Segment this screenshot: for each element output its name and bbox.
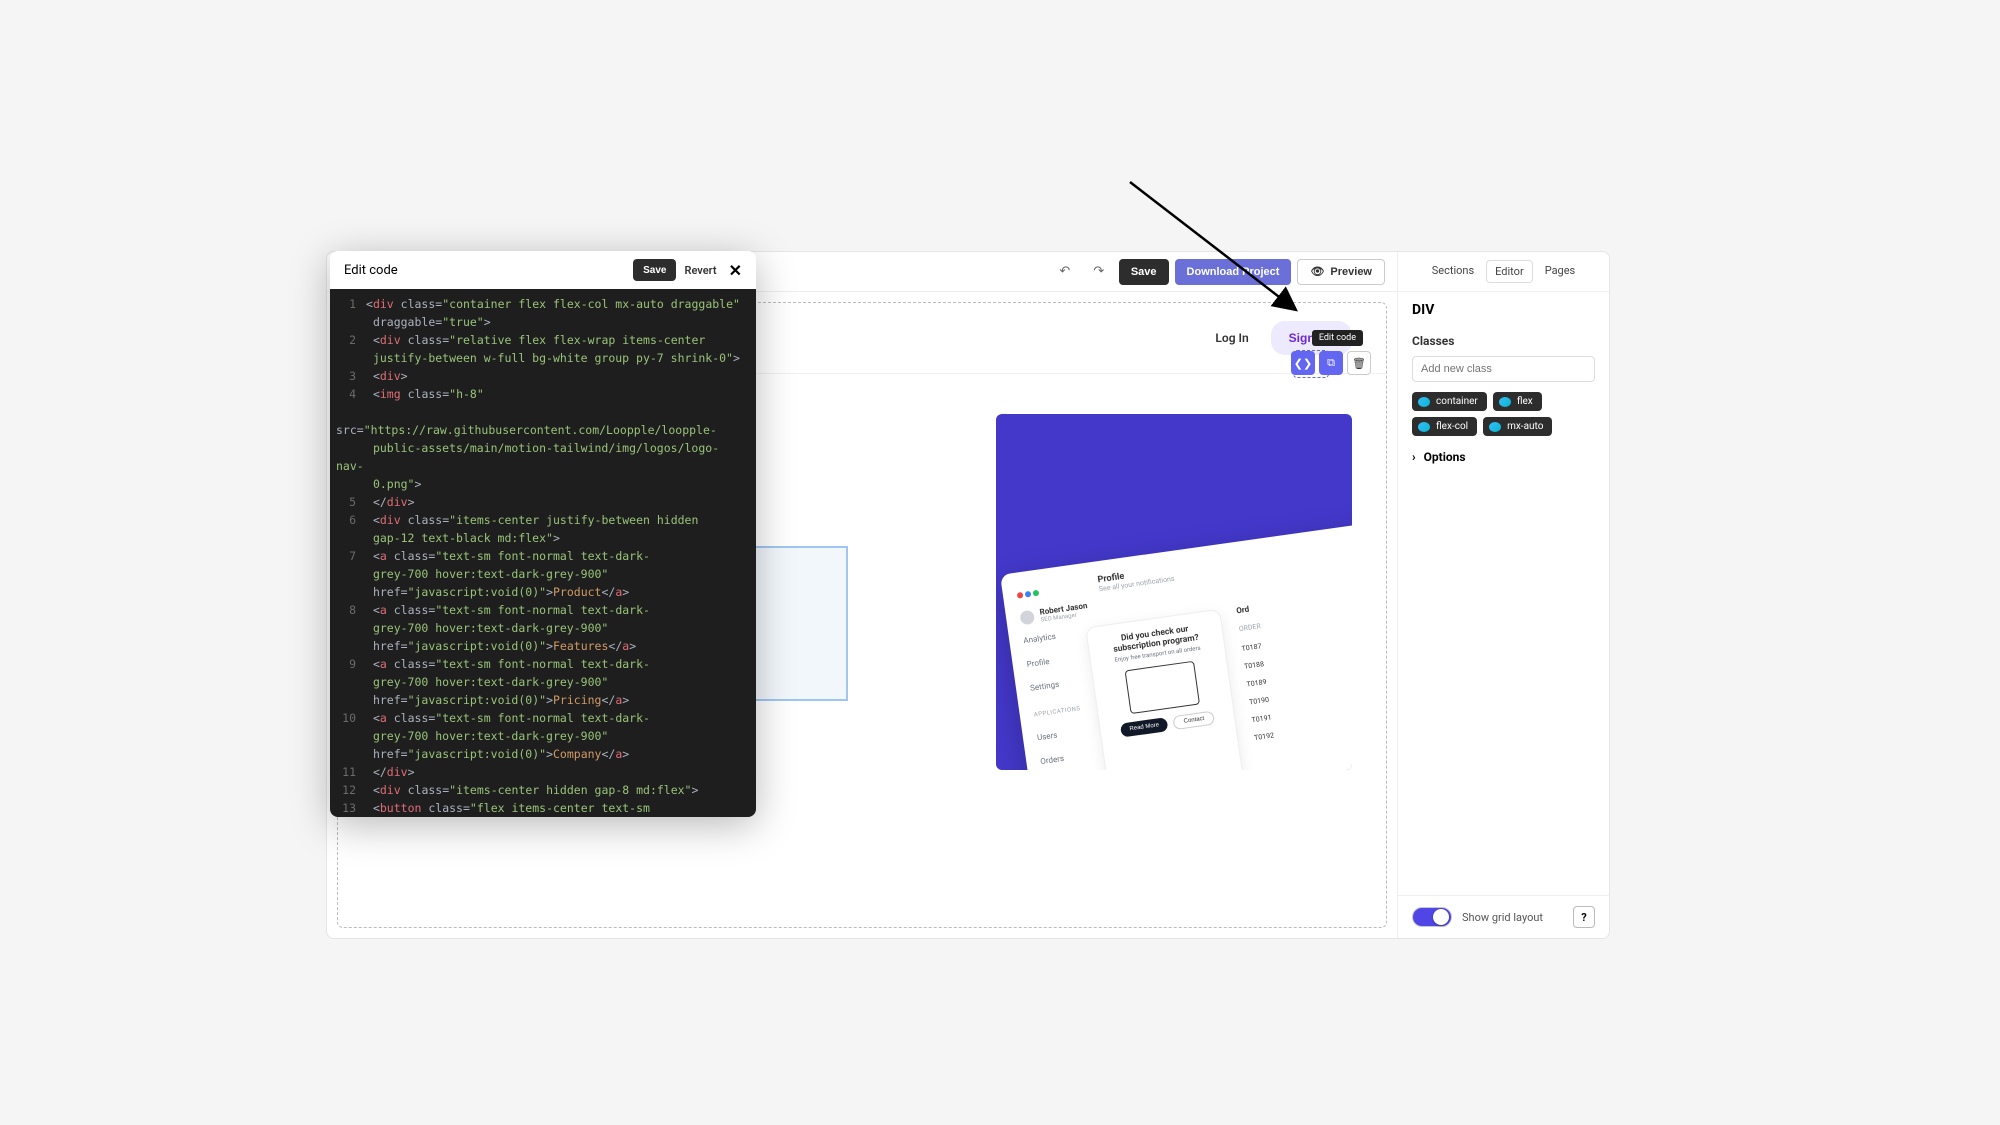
edit-code-tooltip: Edit code xyxy=(1312,330,1363,346)
login-link[interactable]: Log In xyxy=(1215,331,1248,345)
promo-illustration xyxy=(1125,661,1200,714)
redo-button[interactable]: ↷ xyxy=(1085,259,1113,285)
mock-logo xyxy=(1017,590,1040,599)
mock-side-item: Orders xyxy=(1040,751,1088,766)
popup-save-button[interactable]: Save xyxy=(633,259,676,281)
popup-close-button[interactable]: ✕ xyxy=(725,261,746,280)
orders-heading: Ord xyxy=(1236,603,1259,615)
inspector-tabs: Sections Editor Pages xyxy=(1398,252,1609,292)
add-class-input[interactable] xyxy=(1412,356,1595,382)
mock-side-separator: APPLICATIONS xyxy=(1033,705,1081,718)
element-floating-toolbar: ❮❯ ⧉ 🗑 xyxy=(1291,351,1371,375)
undo-icon: ↶ xyxy=(1059,264,1070,279)
mock-side-item: Profile xyxy=(1026,654,1074,669)
selected-element-name: DIV xyxy=(1412,302,1595,318)
redo-icon: ↷ xyxy=(1093,264,1104,279)
tab-sections[interactable]: Sections xyxy=(1424,260,1482,283)
preview-label: Preview xyxy=(1330,266,1372,278)
mock-side-item: Users xyxy=(1036,727,1084,742)
orders-column: Ord ORDER T0187 T0188 T0189 T0190 T0191 … xyxy=(1236,603,1283,770)
code-icon: ❮❯ xyxy=(1294,357,1312,370)
hero-illustration: Profile See all your notifications Rober… xyxy=(996,414,1352,770)
classes-section-label: Classes xyxy=(1412,334,1595,348)
order-id: T0189 xyxy=(1246,678,1269,689)
mock-side-item: Settings xyxy=(1030,677,1078,692)
close-icon: ✕ xyxy=(729,261,742,280)
show-grid-label: Show grid layout xyxy=(1462,911,1543,924)
class-chip[interactable]: mx-auto xyxy=(1483,417,1552,436)
options-toggle[interactable]: › Options xyxy=(1412,436,1595,464)
copy-icon: ⧉ xyxy=(1327,356,1335,370)
tab-editor[interactable]: Editor xyxy=(1486,260,1533,283)
read-more-button[interactable]: Read More xyxy=(1120,717,1169,738)
code-editor[interactable]: 1<div class="container flex flex-col mx-… xyxy=(330,289,756,817)
contact-button[interactable]: Contact xyxy=(1173,711,1215,731)
tailwind-icon xyxy=(1499,397,1511,407)
inspector-panel: Sections Editor Pages DIV Classes contai… xyxy=(1397,252,1609,938)
order-id: T0187 xyxy=(1241,642,1264,653)
orders-subhead: ORDER xyxy=(1238,622,1261,633)
popup-title: Edit code xyxy=(344,263,398,278)
tab-pages[interactable]: Pages xyxy=(1537,260,1584,283)
help-button[interactable]: ? xyxy=(1573,906,1595,928)
preview-button[interactable]: 👁 Preview xyxy=(1297,259,1385,285)
class-chip[interactable]: flex xyxy=(1493,392,1542,411)
order-id: T0191 xyxy=(1251,713,1274,724)
undo-button[interactable]: ↶ xyxy=(1051,259,1079,285)
chevron-right-icon: › xyxy=(1412,450,1416,464)
options-label: Options xyxy=(1424,450,1466,464)
class-chip[interactable]: container xyxy=(1412,392,1487,411)
class-chip[interactable]: flex-col xyxy=(1412,417,1477,436)
tailwind-icon xyxy=(1418,397,1430,407)
mock-side-item: Analytics xyxy=(1023,630,1071,645)
download-project-button[interactable]: Download Project xyxy=(1175,259,1292,285)
dashboard-mockup: Profile See all your notifications Rober… xyxy=(1000,516,1352,770)
tailwind-icon xyxy=(1489,422,1501,432)
delete-button[interactable]: 🗑 xyxy=(1347,351,1371,375)
save-button[interactable]: Save xyxy=(1119,259,1169,285)
class-chips: container flex flex-col mx-auto xyxy=(1412,392,1595,436)
avatar xyxy=(1019,610,1035,626)
promo-card: Did you check our subscription program? … xyxy=(1085,609,1245,770)
edit-code-button[interactable]: ❮❯ xyxy=(1291,351,1315,375)
show-grid-toggle[interactable] xyxy=(1412,907,1452,927)
eye-icon: 👁 xyxy=(1310,265,1324,278)
tailwind-icon xyxy=(1418,422,1430,432)
trash-icon: 🗑 xyxy=(1352,357,1366,370)
popup-revert-button[interactable]: Revert xyxy=(684,264,716,277)
order-id: T0188 xyxy=(1244,660,1267,671)
order-id: T0192 xyxy=(1254,731,1277,742)
duplicate-button[interactable]: ⧉ xyxy=(1319,351,1343,375)
edit-code-popup: Edit code Save Revert ✕ 1<div class="con… xyxy=(330,251,756,817)
order-id: T0190 xyxy=(1249,695,1272,706)
